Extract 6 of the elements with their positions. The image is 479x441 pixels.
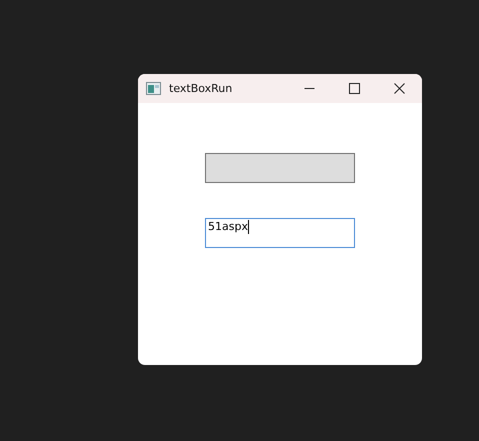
close-icon	[394, 83, 405, 94]
maximize-icon	[349, 83, 360, 94]
text-field[interactable]: 51aspx	[205, 218, 355, 248]
blank-button[interactable]	[205, 153, 355, 183]
app-icon	[146, 82, 161, 95]
window-title: textBoxRun	[169, 82, 234, 95]
